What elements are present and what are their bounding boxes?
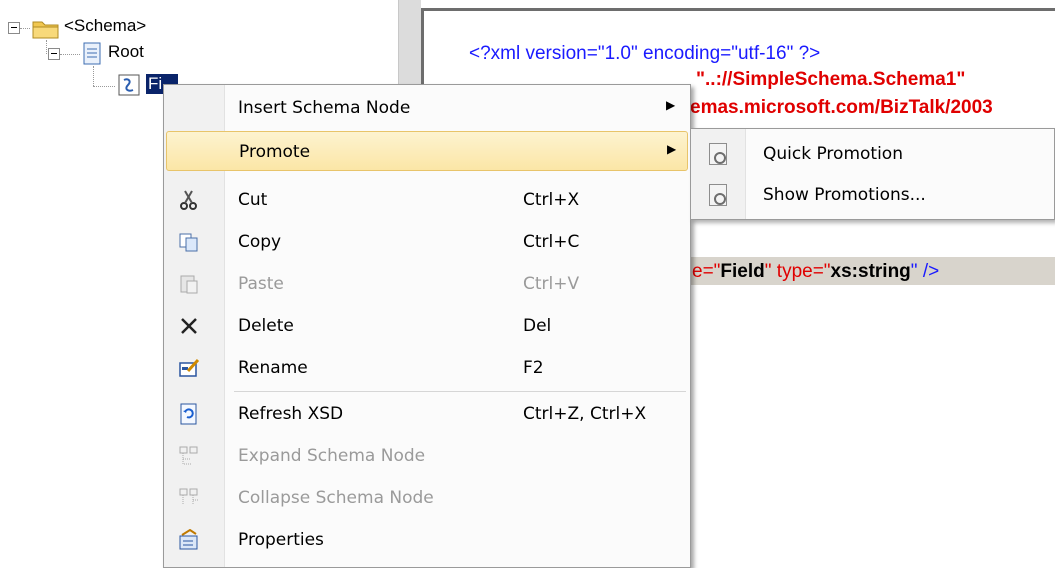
menu-item-promote[interactable]: Promote ▶ — [166, 131, 688, 171]
context-menu: Insert Schema Node ▶ Promote ▶ Cut Ctrl+… — [163, 84, 691, 568]
delete-icon — [178, 315, 200, 337]
folder-icon — [32, 21, 59, 39]
menu-item-shortcut: Ctrl+X — [523, 190, 580, 210]
document-icon — [83, 42, 101, 65]
menu-item-copy[interactable]: Copy Ctrl+C — [166, 222, 688, 262]
menu-item-label: Paste — [238, 274, 284, 294]
menu-item-label: Delete — [238, 316, 294, 336]
menu-item-refresh-xsd[interactable]: Refresh XSD Ctrl+Z, Ctrl+X — [166, 394, 688, 434]
menu-item-shortcut: Ctrl+Z, Ctrl+X — [523, 404, 647, 424]
xml-element-line: e="Field" type="xs:string" /> — [692, 261, 940, 282]
refresh-icon — [178, 403, 200, 425]
promotion-icon — [709, 143, 731, 165]
scissors-icon — [178, 189, 200, 211]
menu-item-label: Copy — [238, 232, 282, 252]
menu-item-label: Insert Schema Node — [238, 98, 411, 118]
copy-icon — [178, 231, 200, 253]
menu-item-label: Rename — [238, 358, 308, 378]
xml-declaration: <?xml version="1.0" encoding="utf-16" ?> — [469, 43, 821, 64]
collapse-node-icon — [178, 487, 200, 509]
xml-biztalk-namespace: emas.microsoft.com/BizTalk/2003 — [690, 97, 993, 118]
menu-item-delete[interactable]: Delete Del — [166, 306, 688, 346]
menu-item-label: Collapse Schema Node — [238, 488, 434, 508]
menu-item-collapse-schema-node[interactable]: Collapse Schema Node — [166, 478, 688, 518]
tree-node-schema[interactable]: <Schema> — [64, 16, 146, 36]
menu-item-shortcut: Del — [523, 316, 552, 336]
xml-namespace-line: "..://SimpleSchema.Schema1" — [696, 69, 966, 90]
submenu-item-label: Show Promotions... — [763, 185, 926, 205]
menu-item-shortcut: Ctrl+V — [523, 274, 580, 294]
menu-item-properties[interactable]: Properties — [166, 520, 688, 560]
menu-item-shortcut: F2 — [523, 358, 544, 378]
promotion-icon — [709, 184, 731, 206]
menu-item-label: Expand Schema Node — [238, 446, 426, 466]
rename-icon — [178, 357, 200, 379]
submenu-item-quick-promotion[interactable]: Quick Promotion — [693, 134, 1053, 174]
menu-item-expand-schema-node[interactable]: Expand Schema Node — [166, 436, 688, 476]
submenu-arrow-icon: ▶ — [667, 142, 677, 156]
tree-node-root[interactable]: Root — [108, 42, 144, 62]
submenu-item-label: Quick Promotion — [763, 144, 903, 164]
menu-item-label: Cut — [238, 190, 268, 210]
properties-icon — [178, 528, 200, 551]
menu-item-cut[interactable]: Cut Ctrl+X — [166, 180, 688, 220]
collapse-root-expander[interactable] — [48, 48, 60, 60]
paste-icon — [178, 273, 200, 295]
menu-item-label: Properties — [238, 530, 324, 550]
menu-item-label: Refresh XSD — [238, 404, 344, 424]
promote-submenu: Quick Promotion Show Promotions... — [690, 128, 1055, 220]
menu-item-insert-schema-node[interactable]: Insert Schema Node ▶ — [166, 88, 688, 128]
menu-item-rename[interactable]: Rename F2 — [166, 348, 688, 388]
collapse-schema-expander[interactable] — [8, 22, 20, 34]
menu-item-shortcut: Ctrl+C — [523, 232, 580, 252]
menu-separator — [234, 391, 686, 392]
menu-item-paste[interactable]: Paste Ctrl+V — [166, 264, 688, 304]
menu-item-label: Promote — [239, 142, 311, 162]
field-element-icon — [118, 74, 140, 96]
submenu-arrow-icon: ▶ — [666, 98, 676, 112]
expand-node-icon — [178, 445, 200, 467]
submenu-item-show-promotions[interactable]: Show Promotions... — [693, 175, 1053, 215]
